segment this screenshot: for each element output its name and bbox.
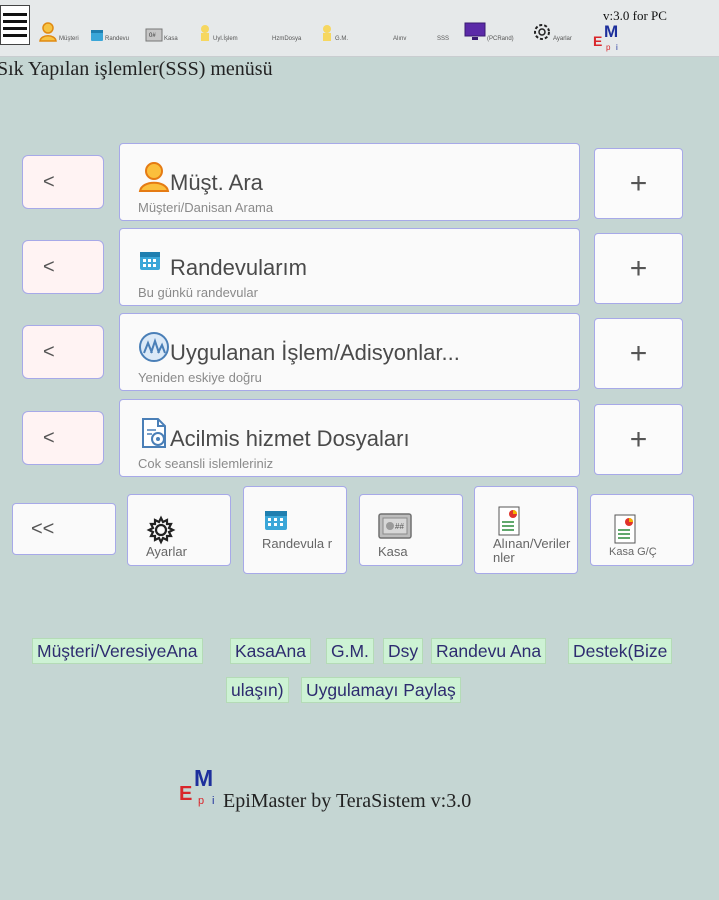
- gear-icon: [146, 515, 176, 545]
- person-icon: [39, 22, 57, 42]
- svg-text:i: i: [212, 795, 214, 807]
- tile-label: Randevula r: [262, 536, 333, 551]
- svg-text:p: p: [198, 795, 204, 807]
- toolbar-label: HzmDosya: [272, 36, 302, 42]
- calendar-icon: [265, 511, 287, 530]
- page-title: Sık Yapılan işlemler(SSS) menüsü: [0, 58, 273, 80]
- toolbar-item-kasa[interactable]: 0# Kasa: [145, 18, 178, 42]
- toolbar-label: Kasa: [164, 36, 178, 42]
- menu-line: [3, 20, 27, 23]
- svg-text:E: E: [179, 783, 192, 805]
- link-destek-continued[interactable]: ulaşın): [226, 677, 289, 703]
- row-4-card-acilmis-dosyalar[interactable]: Acilmis hizmet Dosyaları Cok seansli isl…: [119, 399, 580, 477]
- tile-kasa-gc[interactable]: Kasa G/Ç: [590, 494, 694, 566]
- link-uygulamayi-paylas[interactable]: Uygulamayı Paylaş: [301, 677, 461, 703]
- svg-text:p: p: [606, 43, 611, 52]
- epimaster-logo: M E p i: [593, 22, 618, 52]
- tile-label: Alınan/Veriler nler: [493, 536, 571, 565]
- back-button[interactable]: <<: [12, 503, 116, 555]
- svg-text:E: E: [593, 33, 602, 49]
- svg-text:0#: 0#: [149, 33, 156, 39]
- row-1-left-button[interactable]: <: [22, 155, 104, 209]
- report-icon: [614, 514, 636, 544]
- svg-text:##: ##: [395, 522, 404, 531]
- toolbar-label: Alınv: [393, 36, 407, 42]
- service-icon: [139, 332, 169, 362]
- row-1-add-button[interactable]: +: [594, 148, 683, 219]
- row-2-card-randevularim[interactable]: Randevularım Bu günkü randevular: [119, 228, 580, 306]
- link-randevu-ana[interactable]: Randevu Ana: [431, 638, 547, 664]
- top-toolbar: Müşteri Randevu 0# Kasa Uyl.İşlem HzmDos…: [0, 0, 719, 57]
- toolbar-label: (PCRand): [487, 36, 514, 42]
- toolbar-label: Randevu: [105, 36, 130, 42]
- link-dsy[interactable]: Dsy: [383, 638, 424, 664]
- money-icon: [323, 25, 331, 41]
- tile-randevular[interactable]: Randevula r: [243, 486, 347, 574]
- safe-icon: 0#: [145, 28, 163, 42]
- card-subtitle: Bu günkü randevular: [138, 285, 258, 300]
- link-gm[interactable]: G.M.: [326, 638, 374, 664]
- hamburger-menu-button[interactable]: [0, 5, 30, 45]
- row-4-add-button[interactable]: +: [594, 404, 683, 475]
- toolbar-item-pcrand[interactable]: (PCRand): [464, 18, 514, 42]
- toolbar-item-sss[interactable]: SSS: [437, 18, 449, 42]
- menu-line: [3, 34, 27, 37]
- row-1-card-musteri-ara[interactable]: Müşt. Ara Müşteri/Danisan Arama: [119, 143, 580, 221]
- person-icon: [138, 162, 170, 192]
- svg-text:M: M: [604, 22, 618, 41]
- link-musteri-veresiye-ana[interactable]: Müşteri/VeresiyeAna: [32, 638, 203, 664]
- tile-alinan-verilenler[interactable]: Alınan/Veriler nler: [474, 486, 578, 574]
- service-icon: [201, 25, 209, 41]
- calendar-icon: [140, 252, 160, 270]
- row-2-add-button[interactable]: +: [594, 233, 683, 304]
- tile-ayarlar[interactable]: Ayarlar: [127, 494, 231, 566]
- toolbar-item-musteri[interactable]: Müşteri: [38, 18, 79, 42]
- toolbar-item-ayarlar[interactable]: Ayarlar: [532, 18, 572, 42]
- toolbar-label: Müşteri: [59, 36, 79, 42]
- monitor-icon: [464, 22, 486, 40]
- link-destek[interactable]: Destek(Bize: [568, 638, 673, 664]
- row-2-left-button[interactable]: <: [22, 240, 104, 294]
- file-icon: [142, 418, 166, 448]
- menu-line: [3, 27, 27, 30]
- row-3-left-button[interactable]: <: [22, 325, 104, 379]
- card-title: Müşt. Ara: [170, 170, 263, 195]
- toolbar-item-hzmdosya[interactable]: HzmDosya: [272, 18, 301, 42]
- calendar-icon: [91, 30, 103, 41]
- safe-icon: ##: [378, 513, 412, 539]
- toolbar-item-randevu[interactable]: Randevu: [90, 18, 129, 42]
- row-3-add-button[interactable]: +: [594, 318, 683, 389]
- tile-kasa[interactable]: ## Kasa: [359, 494, 463, 566]
- tile-label: Kasa G/Ç: [609, 546, 657, 558]
- toolbar-item-gm[interactable]: G.M.: [320, 18, 348, 42]
- card-subtitle: Müşteri/Danisan Arama: [138, 200, 274, 215]
- menu-line: [3, 13, 27, 16]
- report-icon: [498, 506, 520, 536]
- tile-label: Ayarlar: [146, 544, 187, 559]
- card-subtitle: Cok seansli islemleriniz: [138, 456, 274, 471]
- card-subtitle: Yeniden eskiye doğru: [138, 370, 262, 385]
- toolbar-label: G.M.: [335, 36, 348, 42]
- toolbar-item-uyg-islem[interactable]: Uyl.İşlem: [198, 18, 238, 42]
- epimaster-logo: M E p i: [179, 766, 214, 807]
- card-title: Uygulanan İşlem/Adisyonlar...: [170, 340, 460, 365]
- row-3-card-uygulanan-islem[interactable]: Uygulanan İşlem/Adisyonlar... Yeniden es…: [119, 313, 580, 391]
- row-4-left-button[interactable]: <: [22, 411, 104, 465]
- card-title: Acilmis hizmet Dosyaları: [170, 426, 410, 451]
- link-kasa-ana[interactable]: KasaAna: [230, 638, 312, 664]
- svg-text:i: i: [616, 43, 618, 52]
- svg-text:M: M: [194, 766, 213, 791]
- card-title: Randevularım: [170, 255, 307, 280]
- toolbar-label: Ayarlar: [553, 36, 572, 42]
- tile-label: Kasa: [378, 544, 408, 559]
- toolbar-label: Uyl.İşlem: [213, 36, 238, 42]
- toolbar-label: SSS: [437, 36, 450, 42]
- toolbar-item-alinv[interactable]: Alınv: [393, 18, 406, 42]
- gear-icon: [534, 24, 550, 40]
- footer-text: EpiMaster by TeraSistem v:3.0: [223, 790, 472, 812]
